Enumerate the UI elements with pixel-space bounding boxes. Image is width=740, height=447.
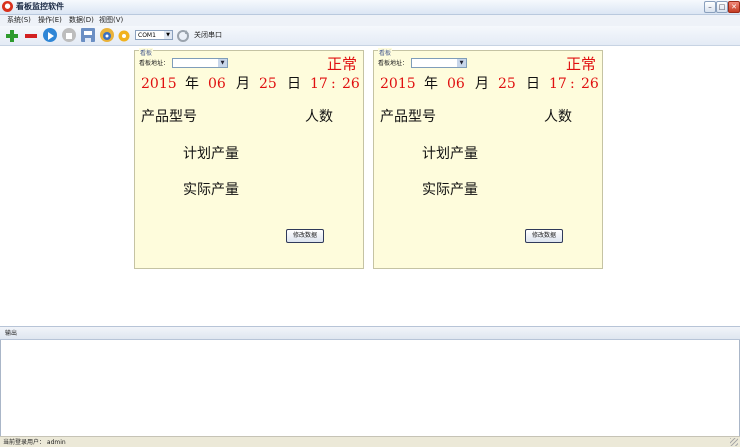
menu-data[interactable]: 数据(D): [69, 15, 94, 26]
address-label: 看板地址：: [139, 60, 170, 67]
month-value: 06: [208, 76, 226, 92]
address-select[interactable]: ▼: [411, 58, 467, 68]
board-panel-2: 看板 看板地址： ▼ 正常 2015 年 06 月 25 日 17 : 26 产…: [373, 48, 604, 269]
chevron-down-icon: ▼: [164, 31, 172, 39]
status-text: 正常: [565, 55, 596, 73]
output-pane-header: 输出: [0, 326, 740, 340]
minute-value: 26: [581, 76, 599, 92]
status-text: 正常: [326, 55, 357, 73]
resize-grip-icon[interactable]: [730, 438, 738, 446]
settings-icon[interactable]: [117, 28, 131, 42]
hour-value: 17: [310, 76, 328, 92]
people-count-label: 人数: [544, 109, 572, 125]
month-unit: 月: [475, 76, 489, 92]
datetime-row: 2015 年 06 月 25 日 17 : 26: [374, 74, 604, 94]
month-unit: 月: [236, 76, 250, 92]
close-port-button[interactable]: 关闭串口: [194, 30, 222, 40]
current-user-text: 当前登录用户： admin: [3, 439, 66, 446]
panel-header: 看板: [378, 48, 393, 57]
minimize-button[interactable]: –: [704, 1, 716, 13]
actual-output-label: 实际产量: [183, 182, 239, 198]
month-value: 06: [447, 76, 465, 92]
time-separator: :: [331, 76, 336, 92]
status-bar: 当前登录用户： admin: [0, 436, 740, 447]
planned-output-label: 计划产量: [183, 146, 239, 162]
year-value: 2015: [141, 76, 177, 92]
day-unit: 日: [287, 76, 301, 92]
output-title: 输出: [5, 330, 18, 337]
window-title: 看板监控软件: [16, 2, 64, 11]
panel-header: 看板: [139, 48, 154, 57]
address-label: 看板地址：: [378, 60, 409, 67]
title-bar: ● 看板监控软件 – □ ✕: [0, 0, 740, 15]
menu-system[interactable]: 系统(S): [7, 15, 31, 26]
menu-operate[interactable]: 操作(E): [38, 15, 62, 26]
menu-bar: 系统(S) 操作(E) 数据(D) 视图(V): [0, 15, 740, 26]
output-log-area[interactable]: [0, 340, 740, 436]
edit-data-button[interactable]: 修改数据: [286, 229, 324, 243]
people-count-label: 人数: [305, 109, 333, 125]
compass-icon[interactable]: [100, 28, 114, 42]
time-separator: :: [570, 76, 575, 92]
year-unit: 年: [424, 76, 438, 92]
board-panel-1: 看板 看板地址： ▼ 正常 2015 年 06 月 25 日 17 : 26 产…: [134, 48, 365, 269]
edit-data-button[interactable]: 修改数据: [525, 229, 563, 243]
minute-value: 26: [342, 76, 360, 92]
day-value: 25: [498, 76, 516, 92]
hour-value: 17: [549, 76, 567, 92]
chevron-down-icon: ▼: [457, 59, 466, 67]
menu-view[interactable]: 视图(V): [99, 15, 123, 26]
address-select[interactable]: ▼: [172, 58, 228, 68]
toolbar: [0, 26, 740, 46]
datetime-row: 2015 年 06 月 25 日 17 : 26: [135, 74, 365, 94]
actual-output-label: 实际产量: [422, 182, 478, 198]
save-icon[interactable]: [81, 28, 95, 42]
product-model-label: 产品型号: [380, 109, 436, 125]
stop-icon[interactable]: [62, 28, 76, 42]
close-button[interactable]: ✕: [728, 1, 740, 13]
serial-port-value: COM1: [138, 32, 156, 39]
play-icon[interactable]: [43, 28, 57, 42]
product-model-label: 产品型号: [141, 109, 197, 125]
day-value: 25: [259, 76, 277, 92]
add-icon[interactable]: [5, 28, 19, 42]
remove-icon[interactable]: [24, 28, 38, 42]
day-unit: 日: [526, 76, 540, 92]
maximize-button[interactable]: □: [716, 1, 728, 13]
serial-port-select[interactable]: COM1 ▼: [135, 30, 173, 40]
chevron-down-icon: ▼: [218, 59, 227, 67]
year-value: 2015: [380, 76, 416, 92]
year-unit: 年: [185, 76, 199, 92]
refresh-icon[interactable]: [176, 28, 190, 42]
planned-output-label: 计划产量: [422, 146, 478, 162]
app-logo-icon: ●: [2, 1, 13, 12]
